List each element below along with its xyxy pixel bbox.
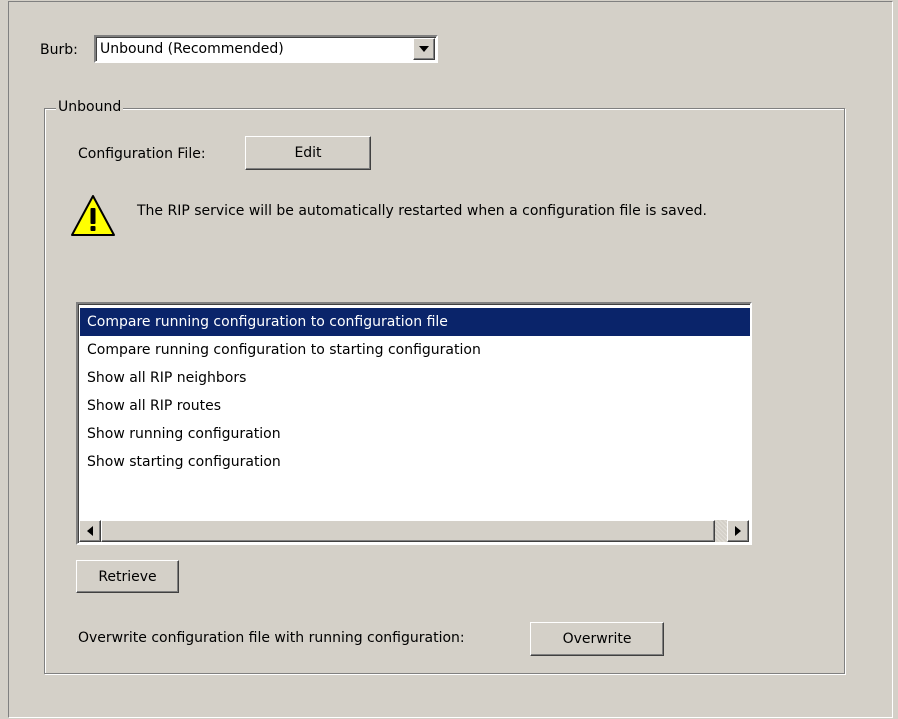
group-title: Unbound [56, 99, 124, 115]
scroll-left-button[interactable] [79, 520, 101, 542]
list-item[interactable]: Show starting configuration [80, 448, 750, 476]
warning-message: The RIP service will be automatically re… [137, 203, 707, 219]
configuration-file-label: Configuration File: [78, 146, 206, 162]
warning-icon [71, 195, 115, 236]
arrow-left-icon [87, 526, 93, 536]
dropdown-arrow-button[interactable] [413, 38, 435, 60]
burb-label: Burb: [40, 42, 78, 58]
overwrite-label: Overwrite configuration file with runnin… [78, 630, 465, 646]
burb-selected-value: Unbound (Recommended) [100, 41, 284, 57]
list-item[interactable]: Show all RIP routes [80, 392, 750, 420]
retrieve-button[interactable]: Retrieve [76, 560, 179, 593]
edit-button[interactable]: Edit [245, 136, 371, 170]
horizontal-scrollbar[interactable] [79, 520, 749, 542]
arrow-right-icon [735, 526, 741, 536]
scroll-right-button[interactable] [727, 520, 749, 542]
list-item[interactable]: Compare running configuration to configu… [80, 308, 750, 336]
overwrite-button[interactable]: Overwrite [530, 622, 664, 656]
scrollbar-thumb[interactable] [101, 520, 715, 542]
command-listbox[interactable]: Compare running configuration to configu… [76, 302, 752, 545]
list-item[interactable]: Show all RIP neighbors [80, 364, 750, 392]
burb-dropdown[interactable]: Unbound (Recommended) [94, 35, 438, 63]
list-item[interactable]: Compare running configuration to startin… [80, 336, 750, 364]
list-item[interactable]: Show running configuration [80, 420, 750, 448]
chevron-down-icon [419, 46, 429, 52]
